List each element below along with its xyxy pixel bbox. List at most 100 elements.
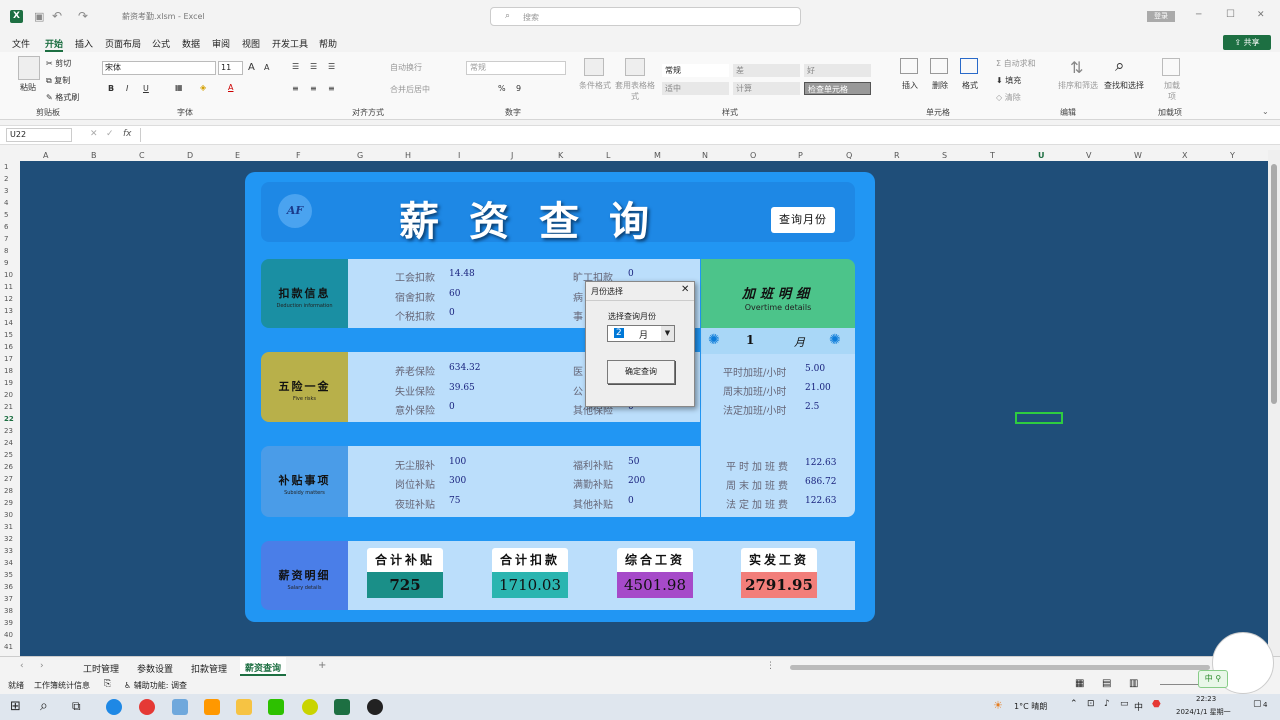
menu-formulas[interactable]: 公式 (152, 37, 170, 50)
row-header[interactable]: 15 (4, 331, 13, 339)
bold-button[interactable]: B (108, 84, 114, 93)
vertical-scroll-thumb[interactable] (1271, 164, 1277, 404)
row-header[interactable]: 19 (4, 379, 13, 387)
sort-filter-icon[interactable]: ⇅ (1070, 58, 1083, 77)
row-header[interactable]: 4 (4, 199, 8, 207)
align-bottom-icon[interactable]: ☰ (328, 62, 335, 71)
sheet-tab[interactable]: 工时管理 (83, 662, 119, 675)
column-header[interactable]: C (139, 151, 145, 160)
column-header[interactable]: K (558, 151, 563, 160)
row-header[interactable]: 36 (4, 583, 13, 591)
column-header[interactable]: X (1182, 151, 1187, 160)
style-good[interactable]: 好 (804, 64, 871, 77)
italic-button[interactable]: I (126, 84, 128, 93)
addins-button[interactable]: 加载项 (1161, 80, 1183, 102)
menu-page-layout[interactable]: 页面布局 (105, 37, 141, 50)
percent-button[interactable]: % (498, 84, 506, 93)
row-header[interactable]: 1 (4, 163, 8, 171)
task-view-icon[interactable]: ⧉ (72, 699, 81, 714)
page-break-icon[interactable]: ▥ (1129, 678, 1138, 689)
row-header[interactable]: 9 (4, 259, 8, 267)
align-right-icon[interactable]: ≡ (328, 84, 335, 93)
row-header[interactable]: 24 (4, 439, 13, 447)
column-header[interactable]: G (357, 151, 363, 160)
wrap-text-button[interactable]: 自动换行 (390, 62, 422, 73)
row-header[interactable]: 33 (4, 547, 13, 555)
macro-record-icon[interactable]: ⎘ (104, 679, 111, 689)
browser-icon[interactable] (139, 699, 155, 715)
copy-button[interactable]: ⧉ 复制 (46, 75, 70, 86)
format-table-button[interactable]: 套用表格格式 (614, 80, 656, 102)
column-header[interactable]: Q (846, 151, 852, 160)
antivirus-icon[interactable]: ⬣ (1152, 699, 1161, 710)
next-sheet-icon[interactable]: › (40, 661, 44, 671)
tray-expand-icon[interactable]: ⌃ (1070, 699, 1078, 709)
row-header[interactable]: 39 (4, 619, 13, 627)
menu-data[interactable]: 数据 (182, 37, 200, 50)
cancel-icon[interactable]: ✕ (90, 129, 98, 139)
confirm-query-button[interactable]: 确定查询 (607, 360, 675, 384)
row-header[interactable]: 25 (4, 451, 13, 459)
normal-view-icon[interactable]: ▦ (1075, 678, 1084, 689)
row-header[interactable]: 12 (4, 295, 13, 303)
row-header[interactable]: 26 (4, 463, 13, 471)
clear-button[interactable]: ◇ 清除 (996, 92, 1021, 103)
volume-icon[interactable]: ♪ (1104, 699, 1110, 709)
weather-text[interactable]: 1°C 晴朗 (1014, 701, 1047, 712)
clock-date[interactable]: 2024/1/1 星期一 (1176, 707, 1231, 717)
column-header[interactable]: O (750, 151, 756, 160)
row-header[interactable]: 40 (4, 631, 13, 639)
more-options-icon[interactable]: ⋮ (766, 661, 775, 671)
save-icon[interactable]: ▣ (34, 10, 44, 23)
minimize-icon[interactable]: ─ (1196, 10, 1201, 20)
borders-icon[interactable]: ▦ (175, 83, 183, 92)
shrink-font-button[interactable]: A (264, 63, 269, 72)
column-header[interactable]: S (942, 151, 947, 160)
network-icon[interactable]: ⊡ (1087, 699, 1095, 709)
menu-developer[interactable]: 开发工具 (272, 37, 308, 50)
search-box[interactable]: ⌕ 搜索 (490, 7, 801, 26)
row-header[interactable]: 34 (4, 559, 13, 567)
column-header[interactable]: Y (1230, 151, 1235, 160)
app-icon[interactable] (302, 699, 318, 715)
active-cell-selection[interactable] (1015, 412, 1063, 424)
cut-button[interactable]: ✂ 剪切 (46, 58, 71, 69)
row-header[interactable]: 35 (4, 571, 13, 579)
row-header[interactable]: 11 (4, 283, 13, 291)
zoom-slider[interactable] (1160, 684, 1200, 685)
add-sheet-button[interactable]: + (318, 660, 326, 671)
column-header[interactable]: F (296, 151, 301, 160)
recorder-icon[interactable] (367, 699, 383, 715)
row-header[interactable]: 5 (4, 211, 8, 219)
row-header[interactable]: 41 (4, 643, 13, 651)
row-header[interactable]: 7 (4, 235, 8, 243)
row-header[interactable]: 18 (4, 367, 13, 375)
format-cells-icon[interactable] (960, 58, 978, 74)
menu-home[interactable]: 开始 (45, 37, 64, 52)
row-header[interactable]: 29 (4, 499, 13, 507)
style-normal[interactable]: 常规 (662, 64, 729, 77)
accessibility-status[interactable]: ♿ 辅助功能: 调查 (124, 680, 187, 691)
wechat-icon[interactable] (268, 699, 284, 715)
row-header[interactable]: 30 (4, 511, 13, 519)
search-taskbar-icon[interactable]: ⌕ (40, 698, 48, 714)
paste-icon[interactable] (18, 56, 40, 80)
app-icon[interactable] (204, 699, 220, 715)
row-header[interactable]: 22 (4, 415, 14, 423)
row-header[interactable]: 37 (4, 595, 13, 603)
ime-widget[interactable]: 中 ⚲ (1198, 670, 1228, 688)
style-check-cell[interactable]: 检查单元格 (804, 82, 871, 95)
month-combobox[interactable]: 2 月 ▼ (607, 325, 675, 342)
fill-color-icon[interactable]: ◈ (200, 83, 206, 92)
workbook-stats[interactable]: 工作簿统计信息 (34, 680, 90, 691)
find-select-button[interactable]: 查找和选择 (1104, 80, 1144, 91)
menu-view[interactable]: 视图 (242, 37, 260, 50)
row-header[interactable]: 21 (4, 403, 13, 411)
dropdown-arrow-icon[interactable]: ▼ (661, 326, 674, 341)
number-format-select[interactable]: 常规 (466, 61, 566, 75)
page-layout-icon[interactable]: ▤ (1102, 678, 1111, 689)
underline-button[interactable]: U (143, 84, 149, 93)
row-header[interactable]: 20 (4, 391, 13, 399)
fx-icon[interactable]: fx (123, 129, 132, 139)
menu-help[interactable]: 帮助 (319, 37, 337, 50)
